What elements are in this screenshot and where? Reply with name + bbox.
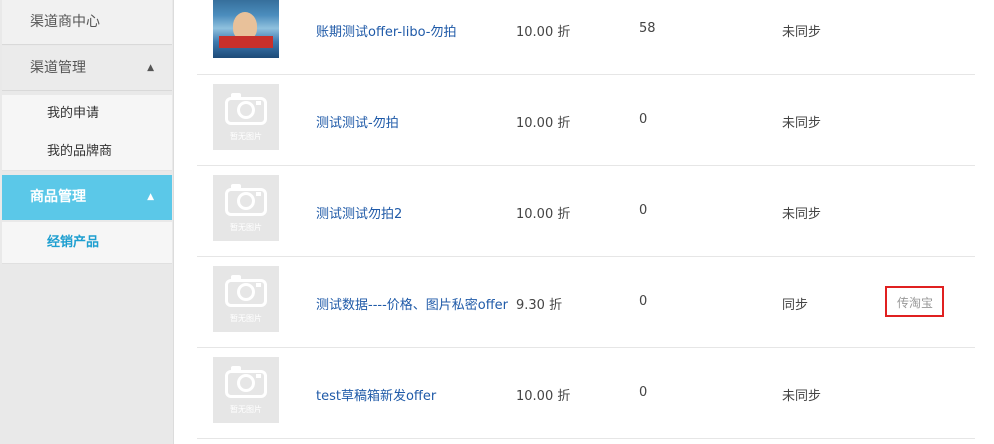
sync-status: 未同步 xyxy=(782,116,822,131)
product-thumbnail[interactable]: 暂无图片 xyxy=(213,357,279,423)
product-stock: 0 xyxy=(639,385,648,400)
sidebar-item-label: 经销产品 xyxy=(47,235,100,250)
sidebar-item-my-brands[interactable]: 我的品牌商 xyxy=(2,133,172,171)
product-price: 10.00 折 xyxy=(516,25,571,40)
product-name-link[interactable]: test草稿箱新发offer xyxy=(316,385,436,404)
product-thumbnail[interactable]: 暂无图片 xyxy=(213,84,279,150)
no-image-label: 暂无图片 xyxy=(230,314,262,323)
sidebar: 渠道商中心 渠道管理 ▲ 我的申请 我的品牌商 商品管理 ▲ 经销产品 xyxy=(0,0,174,444)
sidebar-item-label: 渠道商中心 xyxy=(30,14,100,30)
sync-status: 未同步 xyxy=(782,389,822,404)
table-row: 暂无图片 测试测试-勿拍 10.00 折 0 未同步 xyxy=(197,74,975,166)
sync-status: 同步 xyxy=(782,298,809,313)
product-price: 10.00 折 xyxy=(516,116,571,131)
table-row: 账期测试offer-libo-勿拍 10.00 折 58 未同步 xyxy=(197,0,975,75)
product-list: 账期测试offer-libo-勿拍 10.00 折 58 未同步 暂无图片 测试… xyxy=(197,0,975,444)
product-thumbnail[interactable]: 暂无图片 xyxy=(213,175,279,241)
product-stock: 0 xyxy=(639,203,648,218)
sidebar-item-label: 我的品牌商 xyxy=(47,144,113,159)
table-row: 暂无图片 测试数据----价格、图片私密offer 9.30 折 0 同步 传淘… xyxy=(197,256,975,348)
caret-up-icon: ▲ xyxy=(147,63,154,73)
product-name-link[interactable]: 账期测试offer-libo-勿拍 xyxy=(316,21,456,40)
table-row: 暂无图片 test草稿箱新发offer 10.00 折 0 未同步 xyxy=(197,347,975,439)
highlight-box: 传淘宝 xyxy=(885,286,944,317)
product-price: 10.00 折 xyxy=(516,389,571,404)
sidebar-group-label: 渠道管理 xyxy=(30,60,86,76)
product-stock: 58 xyxy=(639,21,656,36)
no-image-label: 暂无图片 xyxy=(230,223,262,232)
table-row: 暂无图片 测试测试勿拍2 10.00 折 0 未同步 xyxy=(197,165,975,257)
product-name-link[interactable]: 测试测试勿拍2 xyxy=(316,203,402,222)
no-image-label: 暂无图片 xyxy=(230,132,262,141)
product-name-link[interactable]: 测试数据----价格、图片私密offer xyxy=(316,294,508,313)
sync-status: 未同步 xyxy=(782,25,822,40)
product-stock: 0 xyxy=(639,294,648,309)
sidebar-item-distributed-products[interactable]: 经销产品 xyxy=(2,222,172,264)
product-price: 9.30 折 xyxy=(516,298,563,313)
product-price: 10.00 折 xyxy=(516,207,571,222)
sidebar-item-my-applications[interactable]: 我的申请 xyxy=(2,95,172,133)
product-name-link[interactable]: 测试测试-勿拍 xyxy=(316,112,399,131)
sidebar-item-label: 我的申请 xyxy=(47,106,100,121)
sync-status: 未同步 xyxy=(782,207,822,222)
sidebar-group-label: 商品管理 xyxy=(30,189,86,205)
sidebar-item-channel-center[interactable]: 渠道商中心 xyxy=(2,0,172,45)
product-stock: 0 xyxy=(639,112,648,127)
sidebar-group-goods-management[interactable]: 商品管理 ▲ xyxy=(2,175,172,220)
sidebar-group-channel-management[interactable]: 渠道管理 ▲ xyxy=(2,46,172,91)
caret-up-icon: ▲ xyxy=(147,192,154,202)
no-image-label: 暂无图片 xyxy=(230,405,262,414)
product-thumbnail[interactable]: 暂无图片 xyxy=(213,266,279,332)
product-thumbnail[interactable] xyxy=(213,0,279,58)
upload-to-taobao-button[interactable]: 传淘宝 xyxy=(897,294,933,311)
